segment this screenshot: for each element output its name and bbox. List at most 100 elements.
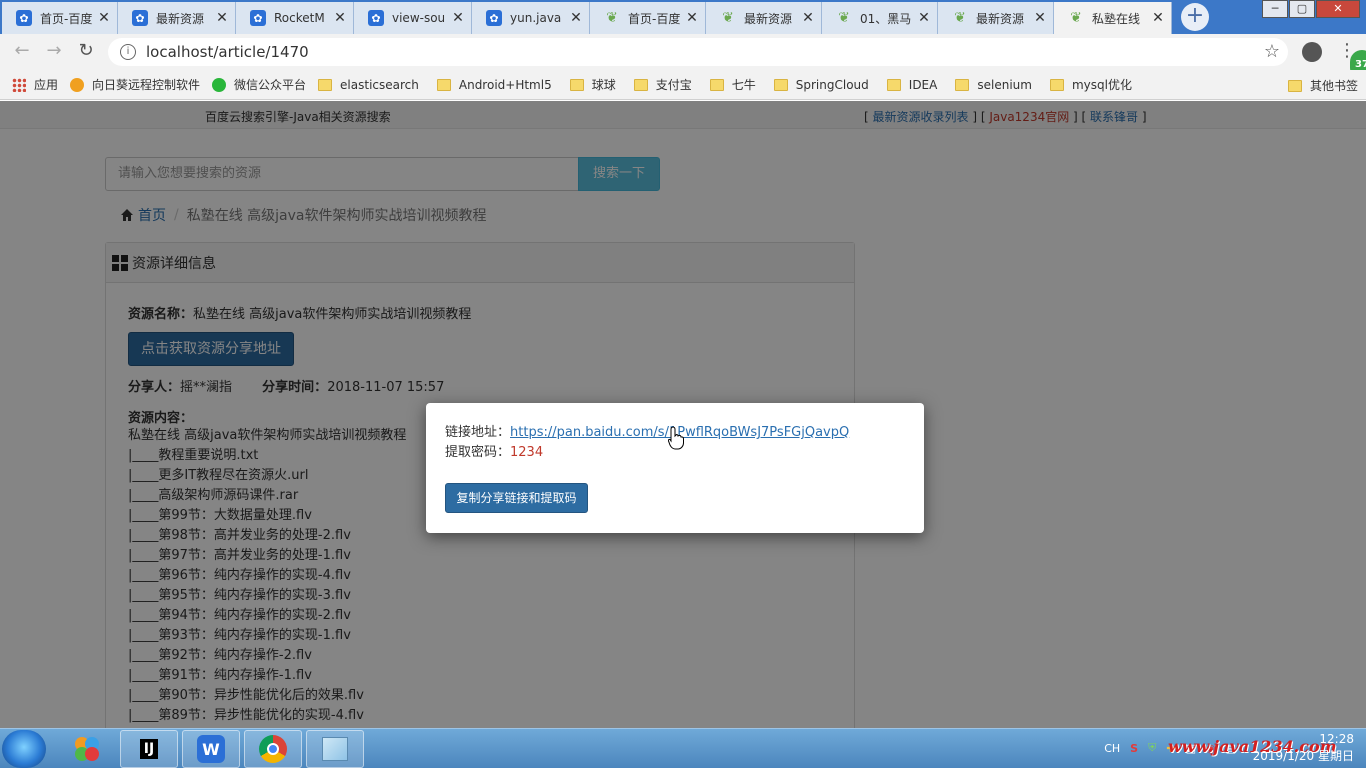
wps-taskbar-button[interactable]: W [182,730,240,768]
close-icon[interactable]: ✕ [97,10,111,26]
other-bookmarks[interactable]: 其他书签 [1287,77,1358,94]
notepad-taskbar-button[interactable] [306,730,364,768]
bookmark-folder[interactable]: 球球 [569,76,616,93]
clock-time: 12:28 [1319,732,1354,746]
sogou-icon[interactable]: S [1130,742,1138,755]
app-icon[interactable] [58,730,116,768]
bookmark-label: 应用 [34,78,59,92]
folder-icon [1287,79,1302,92]
tab-5[interactable]: ✿ yun.java ✕ [472,2,590,34]
chrome-icon [259,735,287,763]
apps-grid-icon [12,77,26,92]
close-icon[interactable]: ✕ [451,10,465,26]
bookmark-star-icon[interactable]: ☆ [1264,41,1280,62]
tab-strip: ✿ 首页-百度 ✕ ✿ 最新资源 ✕ ✿ RocketM ✕ ✿ view-so… [0,0,1366,34]
bookmark-label: mysql优化 [1071,78,1132,92]
tab-title: 最新资源 [156,11,205,26]
tab-7[interactable]: ❦ 最新资源 ✕ [706,2,822,34]
new-tab-button[interactable]: + [1181,3,1209,31]
bookmark-label: elasticsearch [340,77,419,92]
bookmarks-bar: 应用 向日葵远程控制软件 微信公众平台 elasticsearch Androi… [0,70,1366,100]
wps-icon: W [197,735,225,763]
window-close-button[interactable]: ✕ [1316,0,1360,18]
paw-icon: ✿ [16,10,32,26]
close-icon[interactable]: ✕ [215,10,229,26]
folder-icon [886,78,901,91]
account-icon[interactable] [1302,42,1322,62]
leaf-icon: ❦ [722,10,734,26]
forward-icon[interactable]: → [42,40,66,64]
chrome-taskbar-button[interactable] [244,730,302,768]
window-controls: ─ ▢ ✕ [1261,0,1360,18]
copy-link-button[interactable]: 复制分享链接和提取码 [445,483,588,513]
bookmark-label: SpringCloud [795,77,869,92]
tab-title: view-sou [392,11,446,25]
paw-icon: ✿ [368,10,384,26]
folder-icon [709,78,724,91]
paw-icon: ✿ [132,10,148,26]
tab-4[interactable]: ✿ view-sou ✕ [354,2,472,34]
clock-date: 2019/1/20 星期日 [1252,749,1354,763]
info-icon[interactable]: i [120,44,136,60]
input-language[interactable]: CH [1104,742,1120,755]
bookmark-label: 其他书签 [1309,79,1358,93]
folder-icon [773,78,788,91]
close-icon[interactable]: ✕ [333,10,347,26]
clock[interactable]: 12:28 2019/1/20 星期日 [1253,731,1354,765]
tab-title: 最新资源 [976,11,1025,26]
leaf-icon: ❦ [954,10,966,26]
tab-1[interactable]: ✿ 首页-百度 ✕ [2,2,118,34]
start-button[interactable] [2,730,46,768]
intellij-icon: IJ [139,739,159,759]
leaf-icon: ❦ [838,10,850,26]
bookmark-apps[interactable]: 应用 [12,76,58,93]
bookmark-folder[interactable]: IDEA [886,78,937,92]
tab-2[interactable]: ✿ 最新资源 ✕ [118,2,236,34]
bookmark-label: Android+Html5 [458,77,552,92]
bookmark-folder[interactable]: Android+Html5 [436,77,552,92]
bookmark-wechat[interactable]: 微信公众平台 [212,76,306,93]
tab-title: 最新资源 [744,11,793,26]
close-icon[interactable]: ✕ [917,10,931,26]
leaf-icon: ❦ [606,10,618,26]
bookmark-folder[interactable]: 七牛 [709,76,756,93]
close-icon[interactable]: ✕ [685,10,699,26]
minimize-button[interactable]: ─ [1262,0,1288,18]
tab-title: 私塾在线 [1092,11,1141,26]
maximize-button[interactable]: ▢ [1289,0,1315,18]
paw-icon: ✿ [486,10,502,26]
link-label: 链接地址： [445,425,511,440]
close-icon[interactable]: ✕ [1151,10,1165,26]
close-icon[interactable]: ✕ [1033,10,1047,26]
bookmark-sunlogin[interactable]: 向日葵远程控制软件 [70,76,200,93]
tab-10-active[interactable]: ❦ 私塾在线 ✕ [1054,2,1172,34]
windows-taskbar: IJ W CH S ⛨ ✚ ▣ ◉ ▤ www.java1234.com 12:… [0,728,1366,768]
bookmark-folder[interactable]: selenium [955,78,1032,92]
bookmark-folder[interactable]: SpringCloud [773,77,869,92]
tab-6[interactable]: ❦ 首页-百度 ✕ [590,2,706,34]
browser-toolbar: ← → ↻ i localhost/article/1470 ☆ ⋮ [0,34,1366,70]
bookmark-label: 微信公众平台 [234,78,307,92]
tab-9[interactable]: ❦ 最新资源 ✕ [938,2,1054,34]
close-icon[interactable]: ✕ [801,10,815,26]
bookmark-label: 向日葵远程控制软件 [92,78,201,92]
bookmark-label: 七牛 [731,78,756,92]
intellij-taskbar-button[interactable]: IJ [120,730,178,768]
bookmark-folder[interactable]: mysql优化 [1049,76,1132,93]
close-icon[interactable]: ✕ [569,10,583,26]
sunflower-icon [70,77,85,92]
tab-3[interactable]: ✿ RocketM ✕ [236,2,354,34]
tab-8[interactable]: ❦ 01、黑马 ✕ [822,2,938,34]
tab-title: 首页-百度 [628,11,681,26]
bookmark-label: 球球 [591,78,616,92]
back-icon[interactable]: ← [10,40,34,64]
shield-icon[interactable]: ⛨ [1148,741,1156,755]
address-bar[interactable]: i localhost/article/1470 ☆ [108,38,1288,66]
folder-icon [569,78,584,91]
bookmark-folder[interactable]: elasticsearch [318,78,419,92]
hand-cursor-icon [668,426,684,450]
palette-icon [75,737,99,761]
url-text: localhost/article/1470 [146,43,309,61]
bookmark-folder[interactable]: 支付宝 [633,76,692,93]
reload-icon[interactable]: ↻ [74,40,98,64]
